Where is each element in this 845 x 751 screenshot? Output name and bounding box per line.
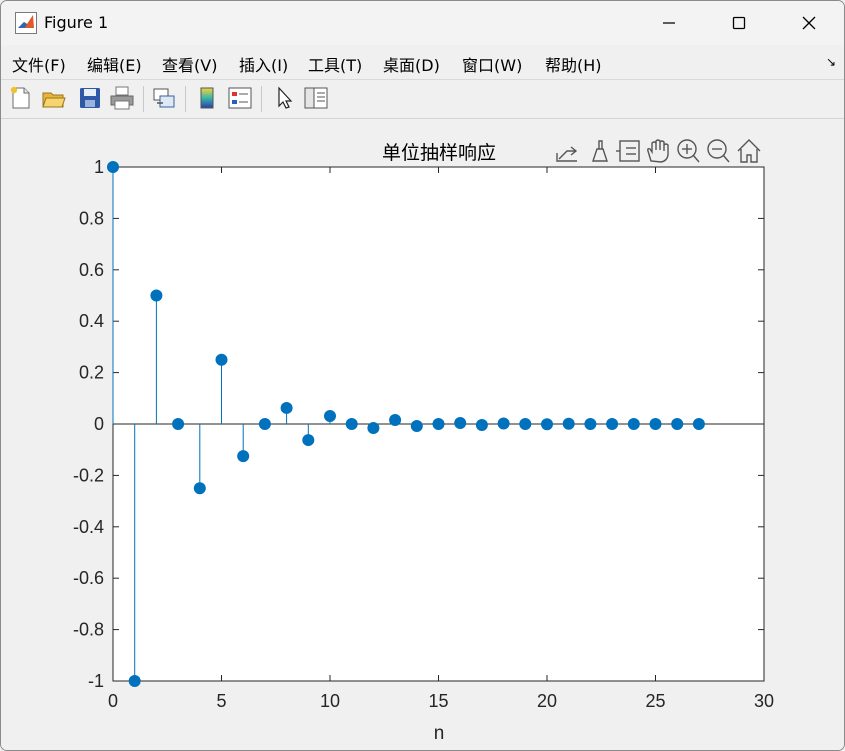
axes-toolbar [556,139,761,163]
stem-marker [193,482,206,495]
minimize-button[interactable] [634,1,704,45]
zoom-in-icon[interactable] [677,139,700,163]
figure-window: Figure 1 文件(F) 编辑(E) 查看(V) 插入(I) 工具(T) 桌… [0,0,845,751]
export-icon[interactable] [556,146,578,162]
stem-marker [562,417,575,430]
open-file-icon[interactable] [41,85,67,111]
y-tick-label: 0.8 [79,208,104,228]
new-figure-icon[interactable] [8,85,34,111]
window-title: Figure 1 [44,13,109,32]
stem-plot[interactable]: 0 5 10 15 20 25 30 -1 -0.8 -0.6 -0.4 -0.2 0 0.2 0.4 0.6… [1,119,845,751]
stem-marker [519,418,532,430]
dock-arrow-icon[interactable]: ↘ [826,55,836,69]
stem-marker [497,417,510,430]
close-button[interactable] [774,1,844,45]
menu-help[interactable]: 帮助(H) [545,52,602,76]
x-tick-label: 5 [216,691,226,711]
stem-marker [280,401,293,414]
toolbar-separator [143,86,144,112]
stem-marker [107,161,119,173]
stem-marker [606,418,619,430]
x-tick-label: 25 [645,691,665,711]
stem-marker [454,416,467,429]
y-tick-label: 0.4 [79,311,104,331]
stem-marker [692,418,705,430]
figure-canvas: 0 5 10 15 20 25 30 -1 -0.8 -0.6 -0.4 -0.2 0 0.2 0.4 0.6… [1,119,845,751]
figure-toolbar [1,80,844,119]
x-tick-label: 10 [320,691,340,711]
menu-desktop[interactable]: 桌面(D) [383,52,440,76]
y-tick-label: -0.2 [73,465,104,485]
stem-marker [215,353,228,366]
y-tick-label: -0.4 [73,517,104,537]
minimize-icon [663,22,675,24]
stem-marker [302,434,315,447]
stem-marker [324,409,336,422]
menu-edit[interactable]: 编辑(E) [87,52,142,76]
menu-tools[interactable]: 工具(T) [308,52,362,76]
menu-insert[interactable]: 插入(I) [239,52,288,76]
close-icon [802,16,816,30]
home-icon[interactable] [737,139,761,163]
stem-marker [258,418,271,430]
stem-marker [475,419,488,432]
property-inspector-icon[interactable] [303,85,329,111]
stem-marker [150,289,163,302]
maximize-icon [732,16,746,30]
zoom-out-icon[interactable] [707,139,730,163]
stem-marker [237,450,250,463]
stem-marker [389,413,402,426]
stem-marker [584,418,597,430]
y-tick-label: 0.6 [79,260,104,280]
title-bar: Figure 1 [1,1,844,45]
y-tick-label: -0.6 [73,568,104,588]
y-tick-label: -1 [88,671,104,691]
brush-icon[interactable] [592,140,608,162]
stem-marker [345,418,358,430]
pan-hand-icon[interactable] [647,139,669,163]
toolbar-separator [185,86,186,112]
edit-plot-arrow-icon[interactable] [272,85,298,111]
menu-bar: 文件(F) 编辑(E) 查看(V) 插入(I) 工具(T) 桌面(D) 窗口(W… [1,45,844,80]
stem-marker [671,418,684,430]
stem-marker [128,675,141,687]
menu-window[interactable]: 窗口(W) [462,52,522,76]
print-icon[interactable] [109,85,135,111]
colorbar-icon[interactable] [194,85,220,111]
menu-view[interactable]: 查看(V) [162,52,217,76]
y-tick-label: 0 [94,414,104,434]
x-axis-label: n [434,723,445,744]
stem-marker [627,418,640,430]
stem-marker [367,422,380,435]
legend-icon[interactable] [227,85,253,111]
y-tick-label: -0.8 [73,620,104,640]
x-tick-label: 0 [108,691,118,711]
stem-marker [172,418,185,430]
x-tick-label: 20 [537,691,557,711]
link-plot-icon[interactable] [151,85,177,111]
save-icon[interactable] [77,85,103,111]
maximize-button[interactable] [704,1,774,45]
chart-title: 单位抽样响应 [382,142,496,164]
y-tick-label: 0.2 [79,363,104,383]
x-tick-label: 30 [754,691,774,711]
stem-marker [410,420,423,433]
x-tick-label: 15 [428,691,448,711]
toolbar-separator [261,86,262,112]
y-tick-label: 1 [94,157,104,177]
matlab-logo-icon [15,12,37,34]
menu-file[interactable]: 文件(F) [12,52,66,76]
stem-marker [541,418,553,431]
stem-marker [432,418,445,430]
datatip-icon[interactable] [616,140,640,162]
stem-marker [649,418,662,430]
